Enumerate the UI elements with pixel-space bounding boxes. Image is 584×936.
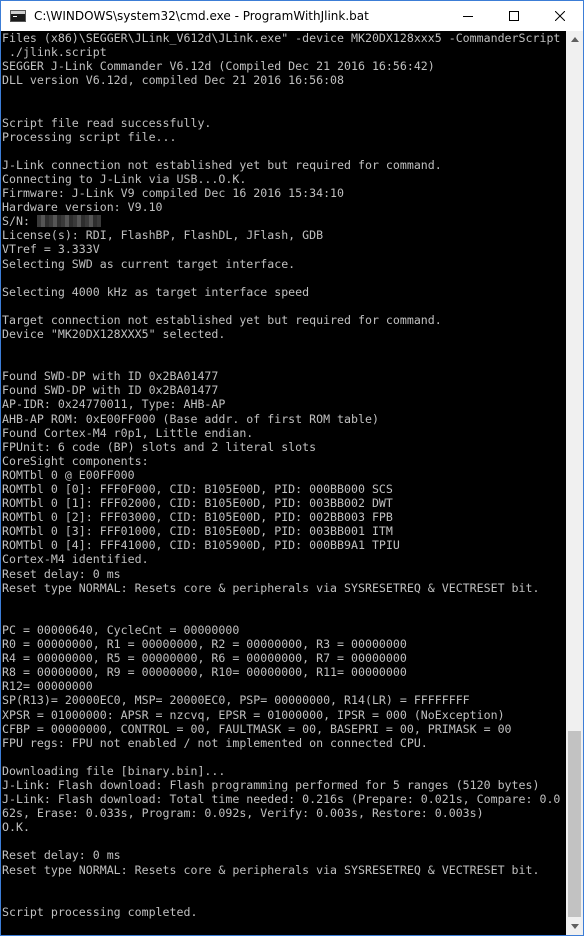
- redacted-serial-number: [36, 215, 101, 228]
- console-line: Cortex-M4 identified.: [2, 552, 149, 567]
- console-line: 62s, Erase: 0.033s, Program: 0.092s, Ver…: [2, 806, 484, 821]
- console-line: VTref = 3.333V: [2, 242, 100, 257]
- console-line: R4 = 00000000, R5 = 00000000, R6 = 00000…: [2, 651, 407, 666]
- chevron-up-icon: [570, 37, 579, 42]
- console-line: Firmware: J-Link V9 compiled Dec 16 2016…: [2, 186, 345, 201]
- console-line: Reset delay: 0 ms: [2, 848, 121, 863]
- console-text: Files (x86)\SEGGER\JLink_V612d\JLink.exe…: [1, 31, 566, 933]
- close-button[interactable]: [537, 1, 583, 31]
- chevron-down-icon: [570, 924, 579, 929]
- console-line: XPSR = 01000000: APSR = nzcvq, EPSR = 01…: [2, 707, 505, 722]
- window-controls: [445, 1, 583, 31]
- console-line: AHB-AP ROM: 0xE00FF000 (Base addr. of fi…: [2, 411, 379, 426]
- console-line: Target connection not established yet bu…: [2, 312, 442, 327]
- console-line: ROMTbl 0 [0]: FFF0F000, CID: B105E00D, P…: [2, 482, 393, 496]
- console-line: J-Link: Flash download: Total time neede…: [2, 792, 561, 807]
- console-line: SEGGER J-Link Commander V6.12d (Compiled…: [2, 59, 435, 74]
- console-line: CoreSight components:: [2, 453, 149, 468]
- vertical-scrollbar[interactable]: [566, 31, 583, 935]
- console-line: Reset type NORMAL: Resets core & periphe…: [2, 580, 540, 595]
- close-icon: [555, 11, 565, 21]
- maximize-button[interactable]: [491, 1, 537, 31]
- console-line: Files (x86)\SEGGER\JLink_V612d\JLink.exe…: [2, 31, 561, 45]
- console-line: Processing script file...: [2, 129, 177, 144]
- scrollbar-thumb[interactable]: [568, 731, 581, 917]
- console-line: J-Link: Flash download: Flash programmin…: [2, 777, 540, 792]
- console-line: ./jlink.script: [2, 45, 107, 60]
- console-line: R0 = 00000000, R1 = 00000000, R2 = 00000…: [2, 637, 407, 652]
- console-line: CFBP = 00000000, CONTROL = 00, FAULTMASK…: [2, 721, 512, 736]
- console-line: Script file read successfully.: [2, 115, 212, 130]
- minimize-icon: [463, 16, 473, 17]
- maximize-icon: [509, 11, 519, 21]
- window-title: C:\WINDOWS\system32\cmd.exe - ProgramWit…: [34, 9, 369, 23]
- cmd-icon[interactable]: [10, 10, 26, 22]
- console-line: Found Cortex-M4 r0p1, Little endian.: [2, 425, 254, 440]
- console-line: J-Link connection not established yet bu…: [2, 157, 442, 172]
- console-line: Found SWD-DP with ID 0x2BA01477: [2, 383, 219, 398]
- console-line: Found SWD-DP with ID 0x2BA01477: [2, 369, 219, 384]
- console-line: ROMTbl 0 [4]: FFF41000, CID: B105900D, P…: [2, 538, 400, 553]
- console-line: S/N:: [2, 214, 37, 229]
- console-line: R12= 00000000: [2, 679, 93, 694]
- console-line: Reset delay: 0 ms: [2, 566, 121, 581]
- console-window: C:\WINDOWS\system32\cmd.exe - ProgramWit…: [0, 0, 584, 936]
- console-line: ROMTbl 0 [1]: FFF02000, CID: B105E00D, P…: [2, 496, 393, 511]
- console-line: O.K.: [2, 820, 30, 835]
- scroll-up-button[interactable]: [566, 31, 583, 48]
- console-line: SP(R13)= 20000EC0, MSP= 20000EC0, PSP= 0…: [2, 693, 470, 708]
- console-line: Selecting SWD as current target interfac…: [2, 256, 296, 271]
- console-line: Connecting to J-Link via USB...O.K.: [2, 171, 247, 186]
- console-output[interactable]: Files (x86)\SEGGER\JLink_V612d\JLink.exe…: [1, 31, 566, 935]
- console-line: DLL version V6.12d, compiled Dec 21 2016…: [2, 73, 345, 88]
- console-line: Hardware version: V9.10: [2, 200, 163, 215]
- console-line: ROMTbl 0 @ E00FF000: [2, 467, 135, 482]
- console-line: ROMTbl 0 [3]: FFF01000, CID: B105E00D, P…: [2, 524, 393, 539]
- console-line: Reset type NORMAL: Resets core & periphe…: [2, 862, 540, 877]
- console-line: Script processing completed.: [2, 904, 198, 919]
- console-line: FPU regs: FPU not enabled / not implemen…: [2, 735, 428, 750]
- scroll-down-button[interactable]: [566, 918, 583, 935]
- console-line: Selecting 4000 kHz as target interface s…: [2, 284, 310, 299]
- console-line: Device "MK20DX128XXX5" selected.: [2, 326, 226, 341]
- console-line: AP-IDR: 0x24770011, Type: AHB-AP: [2, 397, 226, 412]
- console-line: ROMTbl 0 [2]: FFF03000, CID: B105E00D, P…: [2, 510, 393, 525]
- console-line: PC = 00000640, CycleCnt = 00000000: [2, 622, 240, 637]
- console-line: License(s): RDI, FlashBP, FlashDL, JFlas…: [2, 228, 324, 243]
- minimize-button[interactable]: [445, 1, 491, 31]
- title-bar[interactable]: C:\WINDOWS\system32\cmd.exe - ProgramWit…: [1, 1, 583, 31]
- console-line: R8 = 00000000, R9 = 00000000, R10= 00000…: [2, 665, 407, 680]
- console-line: FPUnit: 6 code (BP) slots and 2 literal …: [2, 439, 317, 454]
- console-line: Downloading file [binary.bin]...: [2, 763, 226, 778]
